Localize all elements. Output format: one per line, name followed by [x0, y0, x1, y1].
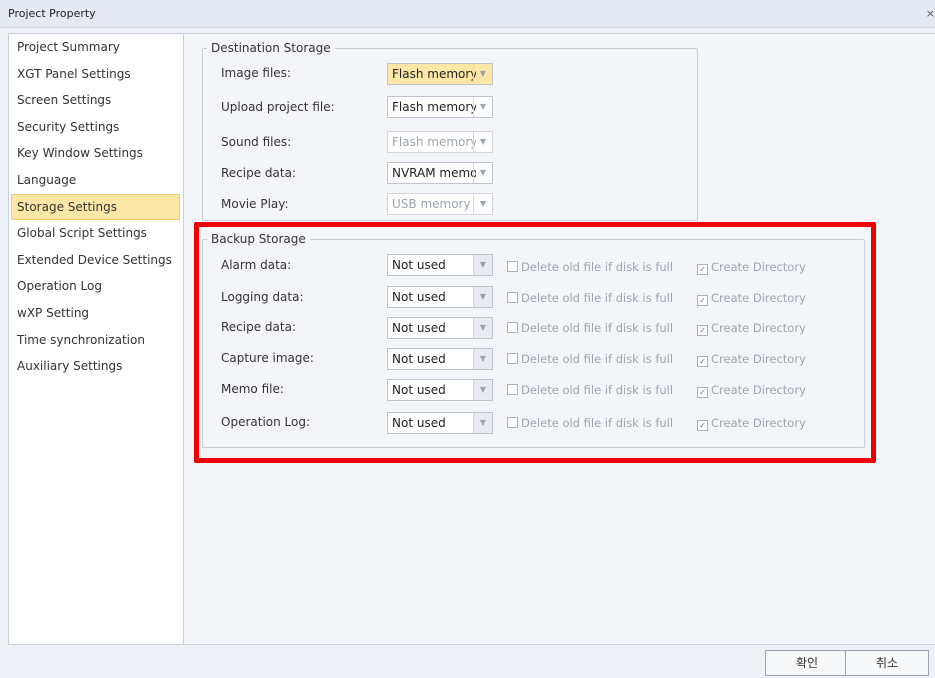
- chevron-down-icon: ▼: [473, 64, 492, 84]
- upload-project-file-dropdown[interactable]: Flash memory ▼: [387, 96, 493, 118]
- image-files-value: Flash memory: [392, 67, 476, 81]
- sidebar-item-global-script-settings[interactable]: Global Script Settings: [9, 220, 183, 247]
- sidebar-item-auxiliary-settings[interactable]: Auxiliary Settings: [9, 353, 183, 380]
- sidebar-item-security-settings[interactable]: Security Settings: [9, 114, 183, 141]
- chevron-down-icon: ▼: [473, 97, 492, 117]
- sidebar-item-screen-settings[interactable]: Screen Settings: [9, 87, 183, 114]
- recipe-data-label: Recipe data:: [221, 166, 296, 180]
- destination-storage-legend: Destination Storage: [211, 41, 331, 55]
- sound-files-label: Sound files:: [221, 135, 292, 149]
- window-title: Project Property: [8, 7, 96, 20]
- image-files-dropdown[interactable]: Flash memory ▼: [387, 63, 493, 85]
- sidebar-item-operation-log[interactable]: Operation Log: [9, 273, 183, 300]
- sidebar-item-storage-settings[interactable]: Storage Settings: [11, 193, 180, 221]
- annotation-highlight-box: [194, 222, 876, 463]
- movie-play-label: Movie Play:: [221, 197, 289, 211]
- close-icon[interactable]: ×: [926, 7, 935, 20]
- chevron-down-icon: ▼: [473, 163, 492, 183]
- sidebar-item-extended-device-settings[interactable]: Extended Device Settings: [9, 247, 183, 274]
- sidebar-item-wxp-setting[interactable]: wXP Setting: [9, 300, 183, 327]
- upload-project-file-label: Upload project file:: [221, 100, 335, 114]
- chevron-down-icon: ▼: [473, 194, 492, 214]
- cancel-button[interactable]: 취소: [845, 650, 929, 676]
- sidebar-item-key-window-settings[interactable]: Key Window Settings: [9, 140, 183, 167]
- sound-files-dropdown[interactable]: Flash memory ▼: [387, 131, 493, 153]
- settings-category-list: Project Summary XGT Panel Settings Scree…: [8, 33, 184, 645]
- recipe-data-value: NVRAM memor: [392, 166, 476, 180]
- image-files-label: Image files:: [221, 66, 291, 80]
- sidebar-item-project-summary[interactable]: Project Summary: [9, 34, 183, 61]
- ok-button[interactable]: 확인: [765, 650, 849, 676]
- recipe-data-dropdown[interactable]: NVRAM memor ▼: [387, 162, 493, 184]
- upload-project-file-value: Flash memory: [392, 100, 476, 114]
- sidebar-item-language[interactable]: Language: [9, 167, 183, 194]
- sidebar-item-xgt-panel-settings[interactable]: XGT Panel Settings: [9, 61, 183, 88]
- sidebar-item-time-synchronization[interactable]: Time synchronization: [9, 327, 183, 354]
- chevron-down-icon: ▼: [473, 132, 492, 152]
- title-bar: Project Property ×: [0, 0, 935, 28]
- movie-play-value: USB memory: [392, 197, 471, 211]
- sound-files-value: Flash memory: [392, 135, 476, 149]
- movie-play-dropdown[interactable]: USB memory ▼: [387, 193, 493, 215]
